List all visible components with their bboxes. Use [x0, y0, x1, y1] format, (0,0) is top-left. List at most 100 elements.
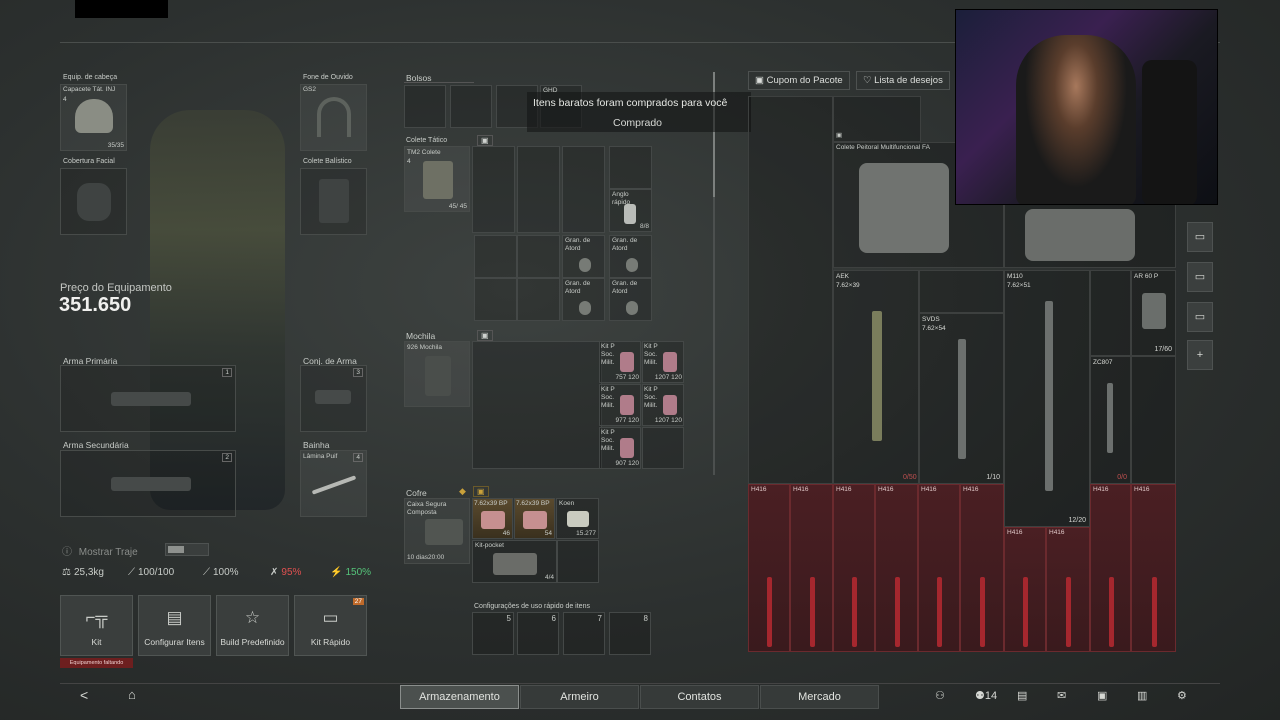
- weapon-m110[interactable]: M110 7.62×51 12/20: [1004, 270, 1090, 527]
- vest-cell[interactable]: [609, 146, 652, 189]
- ammo-item[interactable]: 7.62x39 BP 54: [514, 498, 555, 539]
- tab-market[interactable]: Mercado: [760, 685, 879, 709]
- pistol-slot[interactable]: 3: [300, 365, 367, 432]
- grenade-item[interactable]: Gran. de Atord: [562, 235, 605, 278]
- face-cover-icon: [77, 183, 111, 221]
- kit-item[interactable]: Kit P Soc. Milit. 757 120: [599, 341, 641, 383]
- face-slot[interactable]: [60, 168, 127, 235]
- safe-slot[interactable]: Caixa Segura Composta 10 dias20:00: [404, 498, 470, 564]
- quick-kit-tile[interactable]: ▭ Kit Rápido 27: [294, 595, 367, 656]
- tab-armory[interactable]: Armeiro: [520, 685, 639, 709]
- locked-h416[interactable]: H416: [1046, 527, 1090, 652]
- h416-label: H416: [1093, 486, 1109, 493]
- locked-h416[interactable]: H416: [833, 484, 875, 652]
- kit-item[interactable]: Kit P Soc. Milit. 977 120: [599, 384, 641, 426]
- tab-storage[interactable]: Armazenamento: [400, 685, 519, 709]
- kit-tile[interactable]: ⌐╦ Kit: [60, 595, 133, 656]
- kit-item[interactable]: Kit P Soc. Milit. 1207 120: [642, 384, 684, 426]
- notes-icon[interactable]: ▥: [1137, 689, 1147, 702]
- locked-h416[interactable]: H416: [875, 484, 918, 652]
- store-icon[interactable]: ▣: [1097, 689, 1107, 702]
- mail-icon[interactable]: ✉: [1057, 689, 1066, 702]
- head-slot[interactable]: Capacete Tát. INJ 4 35/35: [60, 84, 127, 151]
- vest-cell[interactable]: [517, 235, 560, 278]
- primary-weapon-slot[interactable]: 1: [60, 365, 236, 432]
- pocket-slot[interactable]: [404, 85, 446, 128]
- quick-slot[interactable]: 7: [563, 612, 605, 655]
- kit-count: 907 120: [615, 460, 640, 467]
- webcam-overlay: [955, 9, 1218, 205]
- weapon-aek[interactable]: AEK 7.62×39: [833, 270, 919, 484]
- melee-slot[interactable]: Lâmina Puif 4: [300, 450, 367, 517]
- backpack-cell[interactable]: [642, 427, 684, 469]
- storage-cell[interactable]: [919, 270, 1004, 313]
- quick-slot[interactable]: 5: [472, 612, 514, 655]
- locked-h416[interactable]: H416: [790, 484, 833, 652]
- coupon-button[interactable]: ▣ Cupom do Pacote: [748, 71, 850, 90]
- home-icon[interactable]: ⌂: [128, 687, 136, 702]
- stat-4: ✗ 95%: [270, 567, 301, 578]
- ear-slot[interactable]: GS2: [300, 84, 367, 151]
- vest-cell[interactable]: [474, 235, 517, 278]
- storage-cell[interactable]: [1131, 356, 1176, 484]
- vest-cell[interactable]: [517, 146, 560, 233]
- locked-h416[interactable]: H416: [1090, 484, 1131, 652]
- storage-tab-3[interactable]: ▭: [1187, 302, 1213, 332]
- kit-label: Kit: [91, 637, 102, 647]
- tactical-vest-slot[interactable]: TM2 Colete 4 45/ 45: [404, 146, 470, 212]
- backpack-slot[interactable]: 926 Mochila: [404, 341, 470, 407]
- h416-label: H416: [878, 486, 894, 493]
- locked-h416[interactable]: H416: [1131, 484, 1176, 652]
- tab-contacts[interactable]: Contatos: [640, 685, 759, 709]
- locked-h416[interactable]: H416: [748, 484, 790, 652]
- vest-cell[interactable]: [474, 278, 517, 321]
- koen-item[interactable]: Koen 15.277: [556, 498, 599, 539]
- storage-tab-1[interactable]: ▭: [1187, 222, 1213, 252]
- storage-cell[interactable]: [1090, 270, 1131, 356]
- safe-cell[interactable]: [557, 540, 599, 583]
- zc807-count: 0/0: [1117, 474, 1127, 481]
- armor-storage-item-2[interactable]: [1004, 200, 1176, 268]
- storage-tab-2[interactable]: ▭: [1187, 262, 1213, 292]
- locked-h416[interactable]: H416: [1004, 527, 1046, 652]
- weapon-svds[interactable]: SVDS 7.62×54 1/10: [919, 313, 1004, 484]
- ar60-magazine[interactable]: AR 60 P 17/60: [1131, 270, 1176, 356]
- back-arrow-icon[interactable]: <: [80, 687, 88, 703]
- preset-build-tile[interactable]: ☆ Build Predefinido: [216, 595, 289, 656]
- friends-button[interactable]: ⚉14: [975, 689, 997, 702]
- weapon-zc807[interactable]: ZC807 0/0: [1090, 356, 1131, 484]
- vest-cell[interactable]: [562, 146, 605, 233]
- vest-cell[interactable]: [472, 146, 515, 233]
- grenade-item[interactable]: Gran. de Atord: [562, 278, 605, 321]
- kit-item[interactable]: Kit P Soc. Milit. 1207 120: [642, 341, 684, 383]
- locked-h416[interactable]: H416: [960, 484, 1004, 652]
- chat-icon[interactable]: ▤: [1017, 689, 1027, 702]
- settings-gear-icon[interactable]: ⚙: [1177, 689, 1187, 702]
- storage-item[interactable]: ▣: [833, 96, 921, 142]
- secondary-weapon-slot[interactable]: 2: [60, 450, 236, 517]
- backpack-grid[interactable]: [472, 341, 602, 469]
- kit-pocket-item[interactable]: Kit-pocket 4/4: [472, 540, 557, 583]
- rifle-small-icon: ⟋: [128, 567, 135, 578]
- quick-slot[interactable]: 8: [609, 612, 651, 655]
- grenade-item[interactable]: Gran. de Atord: [609, 278, 652, 321]
- streamer: [1016, 35, 1136, 204]
- anglo-item[interactable]: Anglo rápido 8/8: [609, 189, 652, 232]
- kit-item[interactable]: Kit P Soc. Milit. 907 120: [599, 427, 641, 469]
- pocket-slot[interactable]: [450, 85, 492, 128]
- quick-slot[interactable]: 6: [517, 612, 559, 655]
- squad-icon[interactable]: ⚇: [935, 689, 945, 702]
- configure-items-tile[interactable]: ▤ Configurar Itens: [138, 595, 211, 656]
- wishlist-button[interactable]: ♡ Lista de desejos: [856, 71, 950, 90]
- storage-empty-area[interactable]: [748, 96, 833, 484]
- ammo-item[interactable]: 7.62x39 BP 46: [472, 498, 513, 539]
- grenade-item[interactable]: Gran. de Atord: [609, 235, 652, 278]
- outfit-switch[interactable]: [165, 543, 209, 556]
- locked-h416[interactable]: H416: [918, 484, 960, 652]
- vest-cell[interactable]: [517, 278, 560, 321]
- show-outfit-toggle[interactable]: ⓘ Mostrar Traje: [62, 543, 138, 558]
- armor-slot[interactable]: [300, 168, 367, 235]
- inventory-scroll-thumb[interactable]: [713, 72, 715, 197]
- backpack-icon: [425, 356, 451, 396]
- add-storage-button[interactable]: +: [1187, 340, 1213, 370]
